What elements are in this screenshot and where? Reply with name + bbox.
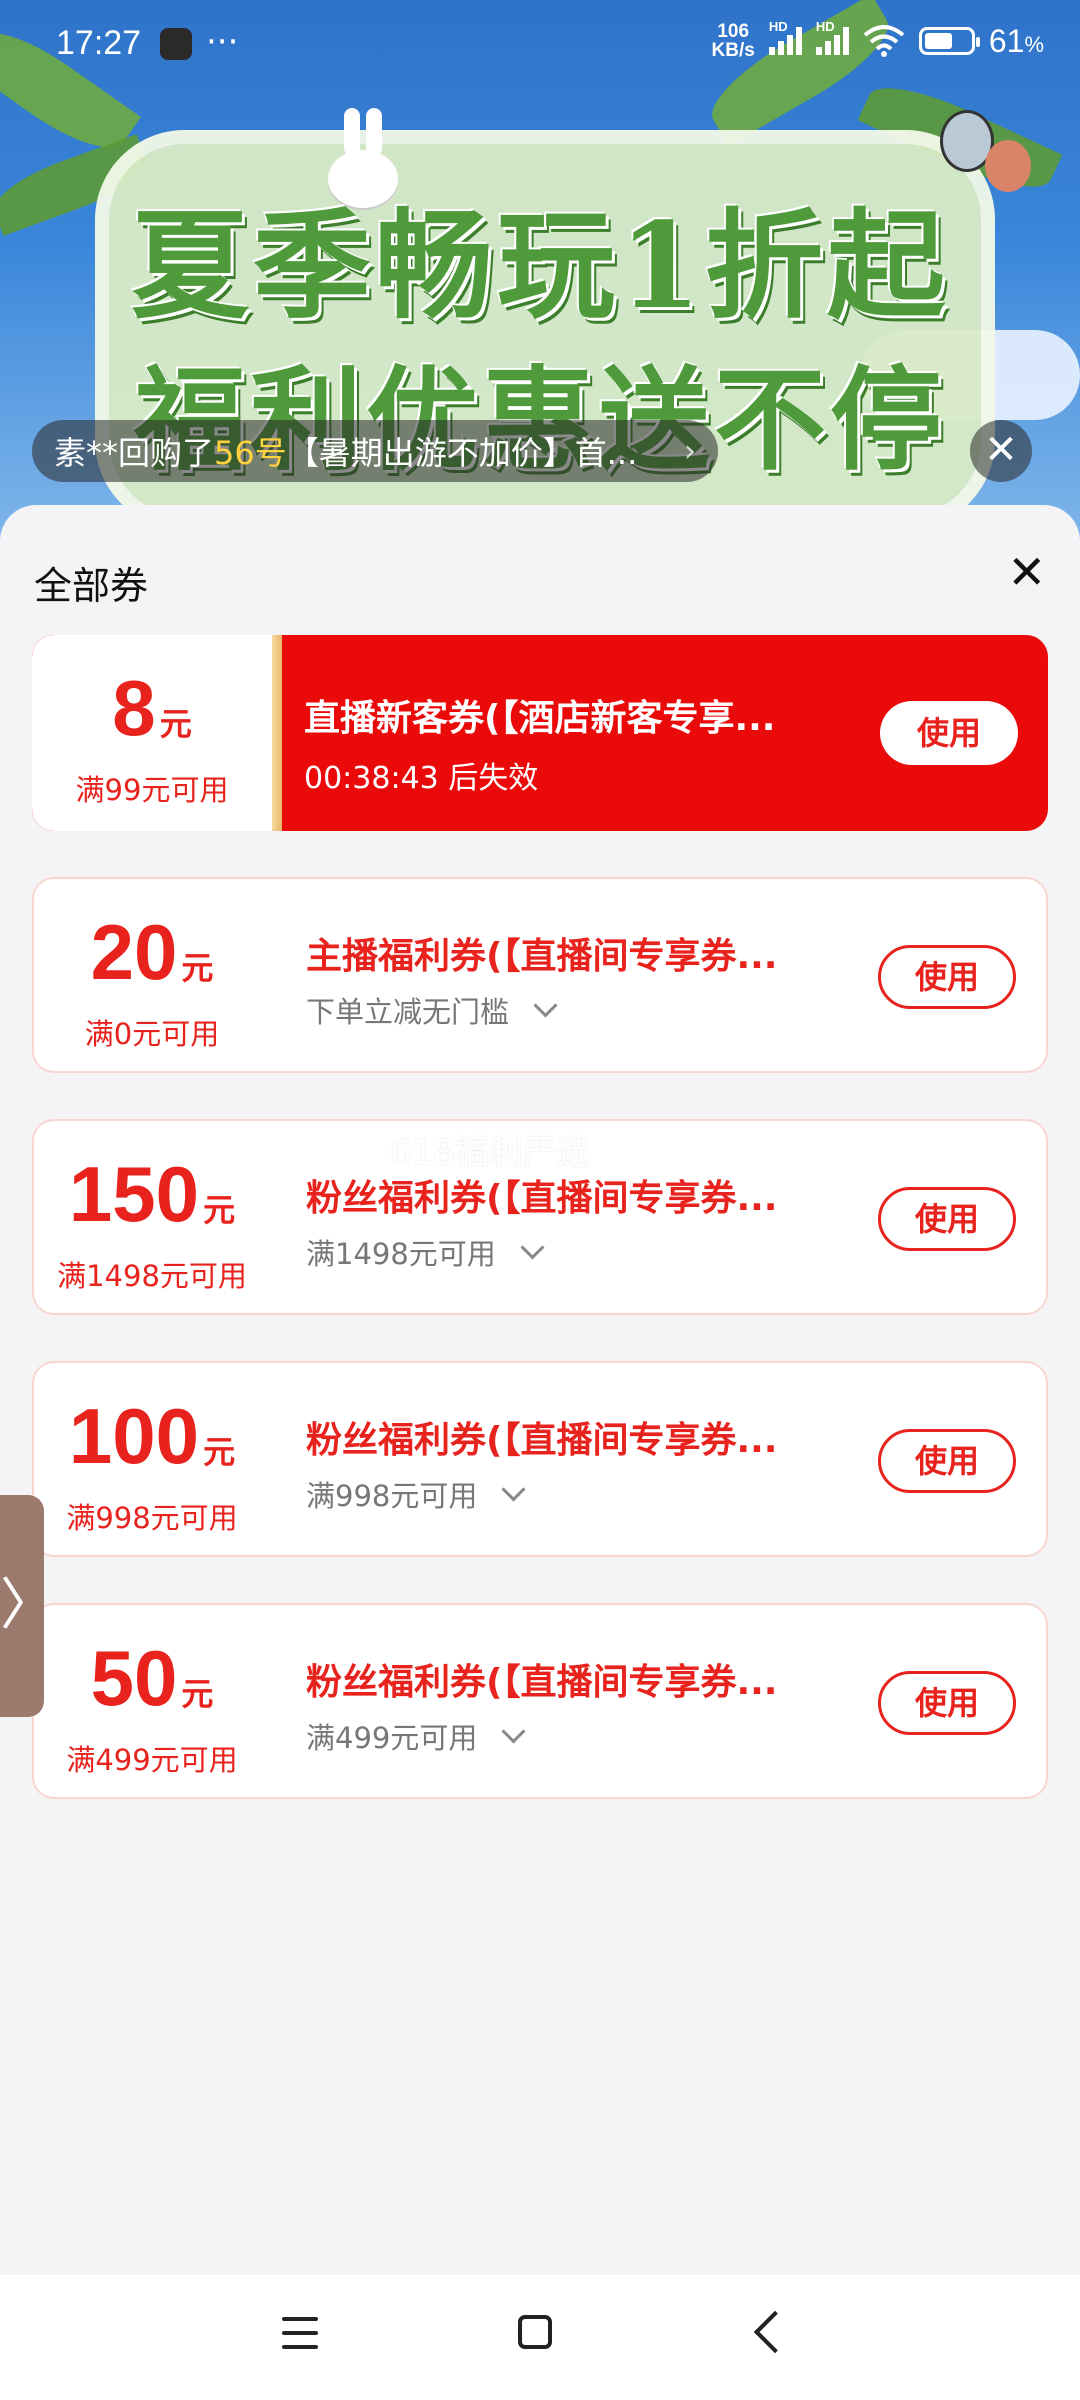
coupon-card: 20 元 满0元可用 主播福利券(【直播间专享券... 下单立减无门槛 使用	[32, 877, 1048, 1073]
chevron-right-icon: 〉	[0, 1573, 56, 1638]
coupon-amount: 50	[90, 1634, 178, 1722]
ticker-suffix: 【暑期出游不加价】首...	[286, 434, 638, 472]
signal-2-icon: HD	[815, 19, 849, 55]
coupon-subtitle: 下单立减无门槛	[306, 995, 510, 1029]
coupon-unit: 元	[203, 1192, 236, 1228]
coupon-amount: 150	[68, 1150, 200, 1238]
chevron-right-icon: ›	[684, 433, 696, 469]
chevron-down-icon	[533, 993, 558, 1018]
chevron-down-icon	[520, 1235, 545, 1260]
coupon-title: 主播福利券(【直播间专享券...	[306, 936, 778, 977]
battery-percent: 61%	[988, 22, 1044, 59]
network-speed: 106 KB/s	[711, 21, 755, 61]
coupon-card: 50 元 满499元可用 粉丝福利券(【直播间专享券... 满499元可用 使用	[32, 1603, 1048, 1799]
close-sheet-button[interactable]: ✕	[1007, 549, 1046, 595]
watermark-text: 618福利严选	[390, 1133, 591, 1173]
coupon-unit: 元	[181, 950, 214, 986]
status-bar: 17:27 ··· 106 KB/s HD HD 61%	[0, 0, 1080, 90]
coupon-card: 100 元 满998元可用 粉丝福利券(【直播间专享券... 满998元可用 使用	[32, 1361, 1048, 1557]
ticker-prefix: 素**回购了	[54, 434, 215, 472]
sheet-title: 全部券	[34, 564, 149, 608]
coupon-title: 直播新客券(【酒店新客专享...	[304, 698, 776, 739]
coupon-amount: 100	[68, 1392, 200, 1480]
coupon-detail-toggle[interactable]: 下单立减无门槛	[306, 989, 846, 1031]
coupon-condition: 满99元可用	[75, 773, 229, 807]
coupon-detail-toggle[interactable]: 满499元可用	[306, 1715, 846, 1757]
coupon-value-block: 8元 满99元可用	[32, 635, 282, 831]
coupon-sheet: 全部券 ✕ 8元 满99元可用 直播新客券(【酒店新客专享... 00:38:4…	[0, 505, 1080, 2275]
use-coupon-button[interactable]: 使用	[878, 1187, 1016, 1251]
battery-icon	[918, 27, 980, 55]
ticker-highlight: 56号	[214, 434, 287, 472]
use-coupon-button[interactable]: 使用	[878, 1429, 1016, 1493]
side-drawer-handle[interactable]: 〉	[0, 1495, 56, 1717]
coupon-detail-toggle[interactable]: 满998元可用	[306, 1473, 846, 1515]
coupon-countdown: 00:38:43 后失效	[304, 761, 539, 796]
coupon-unit: 元	[159, 706, 192, 742]
coupon-condition: 满998元可用	[66, 1501, 238, 1535]
coupon-card-new-customer: 8元 满99元可用 直播新客券(【酒店新客专享... 00:38:43 后失效 …	[32, 635, 1048, 831]
close-banner-button[interactable]: ✕	[970, 420, 1032, 482]
use-coupon-button[interactable]: 使用	[878, 1671, 1016, 1735]
coupon-title: 粉丝福利券(【直播间专享券...	[306, 1420, 778, 1461]
close-icon: ✕	[984, 427, 1018, 473]
coupon-detail-toggle[interactable]: 满1498元可用	[306, 1231, 846, 1273]
coupon-amount: 8	[112, 664, 156, 752]
chevron-down-icon	[501, 1719, 526, 1744]
signal-1-icon: HD	[768, 19, 802, 55]
coupon-value-block: 150 元 满1498元可用	[34, 1121, 270, 1313]
coupon-value-block: 20 元 满0元可用	[34, 879, 270, 1071]
back-button[interactable]	[753, 2310, 797, 2354]
recorder-icon	[160, 28, 192, 60]
status-time: 17:27	[56, 24, 142, 62]
wifi-icon	[863, 25, 905, 57]
coupon-condition: 满1498元可用	[57, 1259, 247, 1293]
purchase-ticker[interactable]: 素**回购了 56号 【暑期出游不加价】首... ›	[32, 420, 718, 482]
coupon-value-block: 50 元 满499元可用	[34, 1605, 270, 1797]
coupon-value-block: 100 元 满998元可用	[34, 1363, 270, 1555]
use-coupon-button[interactable]: 使用	[880, 701, 1018, 765]
recent-apps-button[interactable]	[282, 2317, 318, 2359]
coupon-unit: 元	[203, 1434, 236, 1470]
coupon-amount: 20	[90, 908, 178, 996]
coupon-subtitle: 满499元可用	[306, 1721, 478, 1755]
coupon-subtitle: 满998元可用	[306, 1479, 478, 1513]
coupon-condition: 满0元可用	[84, 1017, 220, 1051]
coupon-title: 粉丝福利券(【直播间专享券...	[306, 1662, 778, 1703]
coupon-unit: 元	[181, 1676, 214, 1712]
more-notifications-icon: ···	[206, 22, 239, 62]
use-coupon-button[interactable]: 使用	[878, 945, 1016, 1009]
coupon-title: 粉丝福利券(【直播间专享券...	[306, 1178, 778, 1219]
chevron-down-icon	[501, 1477, 526, 1502]
banner-headline-1: 夏季畅玩1折起	[130, 196, 950, 335]
coupon-condition: 满499元可用	[66, 1743, 238, 1777]
home-button[interactable]	[518, 2315, 552, 2349]
system-nav-bar	[0, 2275, 1080, 2400]
coupon-subtitle: 满1498元可用	[306, 1237, 496, 1271]
close-icon: ✕	[1007, 545, 1046, 599]
